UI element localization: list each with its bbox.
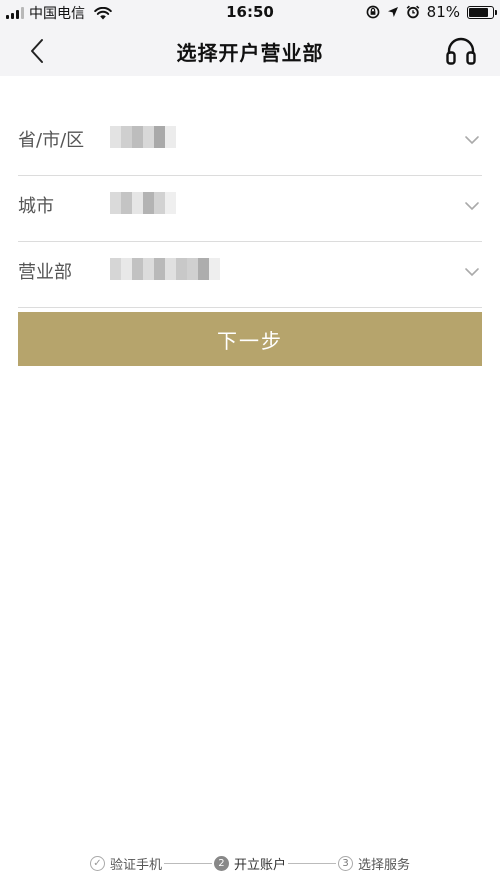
redacted-value <box>110 192 176 214</box>
alarm-icon <box>406 5 419 19</box>
step-number: 3 <box>338 855 353 871</box>
city-select[interactable]: 城市 <box>18 176 482 242</box>
branch-selection-form: 省/市/区 城市 营业部 <box>18 110 482 308</box>
step-verify-phone: ✓ 验证手机 <box>89 854 162 873</box>
step-label: 选择服务 <box>358 857 411 873</box>
chevron-left-icon <box>31 39 43 63</box>
status-right: 81% <box>366 3 497 21</box>
step-label: 开立账户 <box>233 857 286 873</box>
branch-label: 营业部 <box>18 262 72 283</box>
step-select-service: 3 选择服务 <box>338 854 410 873</box>
province-select[interactable]: 省/市/区 <box>18 110 482 176</box>
headphones-icon <box>446 37 476 65</box>
page-title: 选择开户营业部 <box>176 41 324 65</box>
branch-select[interactable]: 营业部 <box>18 242 482 308</box>
chevron-down-icon <box>465 268 479 277</box>
step-open-account: 2 开立账户 <box>213 854 286 873</box>
customer-service-button[interactable] <box>444 34 478 68</box>
step-label: 验证手机 <box>109 857 162 873</box>
wifi-icon <box>94 6 112 19</box>
location-icon <box>387 7 398 17</box>
chevron-down-icon <box>465 136 479 145</box>
rotation-lock-icon <box>366 5 380 19</box>
status-left: 中国电信 <box>6 3 112 23</box>
city-label: 城市 <box>18 196 54 217</box>
province-label: 省/市/区 <box>18 130 85 151</box>
signal-icon <box>6 7 24 19</box>
step-number: 2 <box>213 855 229 871</box>
redacted-value <box>110 258 220 280</box>
back-button[interactable] <box>22 36 52 66</box>
progress-steps: ✓ 验证手机 2 开立账户 3 选择服务 <box>0 852 500 874</box>
battery-fill <box>469 7 488 17</box>
step-connector <box>163 862 212 864</box>
battery-icon <box>467 5 497 19</box>
carrier-name: 中国电信 <box>29 6 85 22</box>
status-bar: 中国电信 16:50 81% <box>0 0 500 24</box>
battery-percent: 81% <box>426 3 460 21</box>
chevron-down-icon <box>465 202 479 211</box>
check-icon: ✓ <box>89 855 105 871</box>
navigation-bar: 选择开户营业部 <box>0 24 500 76</box>
redacted-value <box>110 126 176 148</box>
step-connector <box>288 862 336 864</box>
next-step-button[interactable]: 下一步 <box>18 312 482 366</box>
